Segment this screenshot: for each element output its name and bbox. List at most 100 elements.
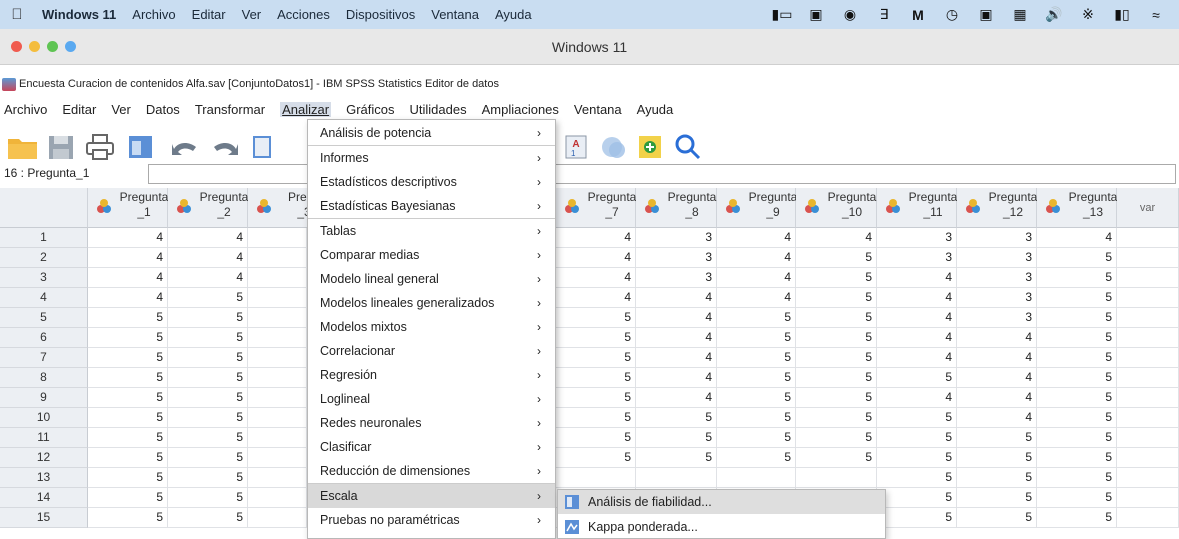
- table-cell[interactable]: 5: [796, 248, 877, 268]
- table-cell[interactable]: 5: [88, 308, 168, 328]
- column-header[interactable]: Pregunta _11: [877, 188, 957, 228]
- table-cell[interactable]: [248, 428, 307, 448]
- cell-value-input[interactable]: [148, 164, 1176, 184]
- column-header[interactable]: Pregunta _7: [556, 188, 636, 228]
- table-cell[interactable]: 5: [168, 428, 248, 448]
- table-cell[interactable]: 4: [877, 348, 957, 368]
- table-cell[interactable]: 5: [168, 348, 248, 368]
- table-cell[interactable]: 5: [877, 468, 957, 488]
- mac-menu-ver[interactable]: Ver: [234, 7, 270, 22]
- table-cell[interactable]: 3: [957, 268, 1037, 288]
- table-cell[interactable]: 4: [556, 228, 636, 248]
- spss-menu-editar[interactable]: Editar: [62, 102, 96, 117]
- table-cell[interactable]: 4: [877, 328, 957, 348]
- table-cell[interactable]: 4: [877, 288, 957, 308]
- table-cell[interactable]: 5: [88, 488, 168, 508]
- row-header[interactable]: 6: [0, 328, 88, 348]
- mac-menu-editar[interactable]: Editar: [184, 7, 234, 22]
- spss-menu-ventana[interactable]: Ventana: [574, 102, 622, 117]
- row-header[interactable]: 10: [0, 408, 88, 428]
- menu-item-comparar-medias[interactable]: Comparar medias ›: [308, 243, 555, 267]
- table-cell[interactable]: 5: [88, 508, 168, 528]
- table-cell[interactable]: 4: [717, 268, 796, 288]
- table-cell[interactable]: 5: [168, 288, 248, 308]
- split-file-icon[interactable]: A1: [560, 132, 592, 162]
- weight-cases-icon[interactable]: [598, 132, 630, 162]
- table-cell[interactable]: [248, 268, 307, 288]
- table-cell[interactable]: 5: [796, 408, 877, 428]
- table-cell[interactable]: 5: [1037, 428, 1117, 448]
- table-cell[interactable]: 5: [796, 348, 877, 368]
- spss-menu-graficos[interactable]: Gráficos: [346, 102, 394, 117]
- column-header[interactable]: Pregunta _8: [636, 188, 717, 228]
- table-cell[interactable]: 5: [717, 368, 796, 388]
- table-cell[interactable]: 5: [796, 288, 877, 308]
- table-cell[interactable]: 3: [636, 248, 717, 268]
- menu-item-loglineal[interactable]: Loglineal ›: [308, 387, 555, 411]
- spss-menu-ayuda[interactable]: Ayuda: [637, 102, 674, 117]
- wifi-icon[interactable]: ≈: [1139, 7, 1173, 23]
- table-cell[interactable]: [248, 448, 307, 468]
- table-cell[interactable]: 4: [877, 268, 957, 288]
- table-cell[interactable]: 4: [957, 348, 1037, 368]
- table-cell[interactable]: 5: [1037, 288, 1117, 308]
- table-cell[interactable]: 5: [168, 408, 248, 428]
- table-cell[interactable]: 5: [556, 428, 636, 448]
- table-cell[interactable]: 5: [1037, 348, 1117, 368]
- select-cases-icon[interactable]: [634, 132, 666, 162]
- table-cell[interactable]: 4: [556, 268, 636, 288]
- table-cell[interactable]: 5: [556, 348, 636, 368]
- a-box-icon[interactable]: ▣: [799, 6, 833, 23]
- bluetooth-icon[interactable]: ※: [1071, 6, 1105, 23]
- table-cell[interactable]: 4: [636, 348, 717, 368]
- table-cell[interactable]: [1117, 288, 1179, 308]
- table-cell[interactable]: 5: [168, 388, 248, 408]
- row-header[interactable]: 3: [0, 268, 88, 288]
- table-cell[interactable]: 5: [957, 488, 1037, 508]
- table-cell[interactable]: 4: [957, 368, 1037, 388]
- table-cell[interactable]: 3: [957, 288, 1037, 308]
- row-header[interactable]: 4: [0, 288, 88, 308]
- table-cell[interactable]: 5: [88, 388, 168, 408]
- mac-app-name[interactable]: Windows 11: [34, 7, 124, 22]
- row-header[interactable]: 5: [0, 308, 88, 328]
- menu-item-estadisticos-descriptivos[interactable]: Estadísticos descriptivos ›: [308, 170, 555, 194]
- table-cell[interactable]: [1117, 508, 1179, 528]
- table-cell[interactable]: [1117, 368, 1179, 388]
- table-cell[interactable]: 5: [1037, 448, 1117, 468]
- table-cell[interactable]: [556, 468, 636, 488]
- table-cell[interactable]: [248, 328, 307, 348]
- menu-item-modelos-mixtos[interactable]: Modelos mixtos ›: [308, 315, 555, 339]
- menu-item-pruebas-no-parametricas[interactable]: Pruebas no paramétricas ›: [308, 508, 555, 532]
- window-split-icon[interactable]: ▮▭: [765, 6, 799, 23]
- spss-menu-analizar[interactable]: Analizar: [280, 101, 332, 117]
- table-cell[interactable]: 4: [88, 288, 168, 308]
- table-cell[interactable]: 5: [168, 308, 248, 328]
- table-cell[interactable]: 5: [877, 508, 957, 528]
- table-cell[interactable]: 5: [168, 368, 248, 388]
- mac-menu-ventana[interactable]: Ventana: [423, 7, 487, 22]
- table-cell[interactable]: 5: [88, 448, 168, 468]
- table-cell[interactable]: 4: [1037, 228, 1117, 248]
- dialog-recall-icon[interactable]: [126, 132, 156, 162]
- spss-menu-transformar[interactable]: Transformar: [195, 102, 265, 117]
- table-cell[interactable]: 5: [957, 448, 1037, 468]
- menu-item-reduccion-de-dimensiones[interactable]: Reducción de dimensiones ›: [308, 459, 555, 483]
- menu-item-correlacionar[interactable]: Correlacionar ›: [308, 339, 555, 363]
- table-cell[interactable]: [248, 348, 307, 368]
- table-cell[interactable]: 5: [796, 388, 877, 408]
- table-cell[interactable]: 5: [717, 328, 796, 348]
- print-icon[interactable]: [84, 132, 116, 162]
- table-cell[interactable]: 4: [168, 228, 248, 248]
- table-cell[interactable]: 5: [168, 488, 248, 508]
- monitor-icon[interactable]: ▣: [969, 6, 1003, 23]
- table-cell[interactable]: 5: [168, 468, 248, 488]
- table-cell[interactable]: 5: [796, 428, 877, 448]
- table-cell[interactable]: 4: [168, 248, 248, 268]
- table-cell[interactable]: 5: [88, 368, 168, 388]
- table-cell[interactable]: 5: [168, 448, 248, 468]
- table-cell[interactable]: 3: [636, 228, 717, 248]
- table-cell[interactable]: 5: [1037, 268, 1117, 288]
- menu-item-clasificar[interactable]: Clasificar ›: [308, 435, 555, 459]
- mac-menu-archivo[interactable]: Archivo: [124, 7, 183, 22]
